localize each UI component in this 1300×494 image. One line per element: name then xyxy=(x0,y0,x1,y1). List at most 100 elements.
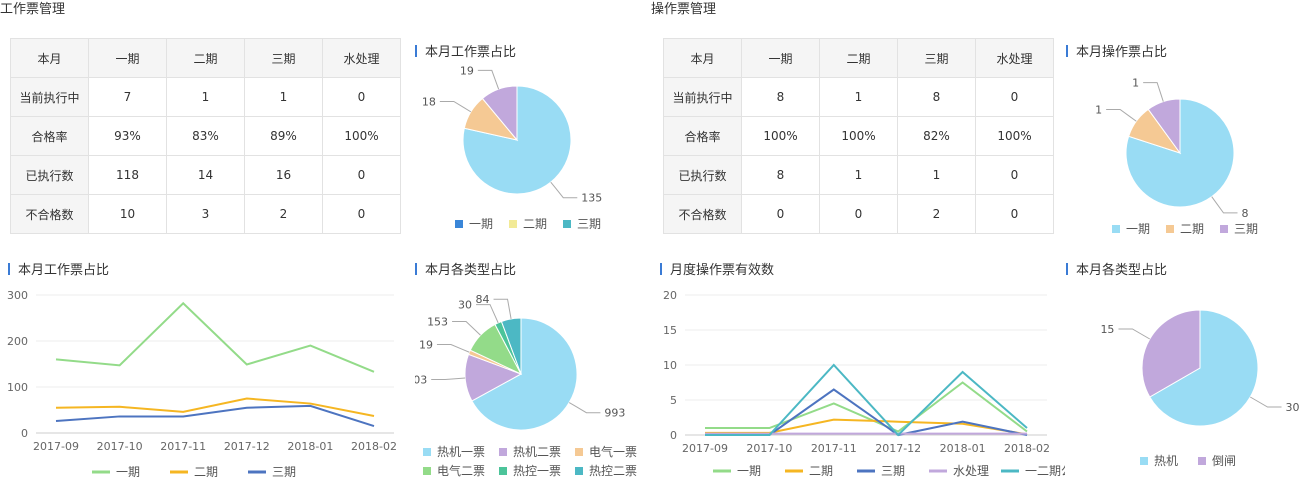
table-cell: 0 xyxy=(741,194,820,234)
legend-swatch xyxy=(509,220,517,228)
left-section-title: 工作票管理 xyxy=(0,2,66,17)
table-row: 当前执行中 8 1 8 0 xyxy=(663,77,1054,117)
pie-data-label: 18 xyxy=(422,95,436,108)
table-row-label: 当前执行中 xyxy=(10,77,89,117)
legend-label: 三期 xyxy=(881,464,905,478)
series-line xyxy=(55,301,375,373)
legend-label: 二期 xyxy=(1180,222,1204,236)
table-cell: 8 xyxy=(741,155,820,195)
right-section-title: 操作票管理 xyxy=(651,2,717,17)
pie3-title: 本月各类型占比 xyxy=(425,263,517,278)
y-tick-label: 10 xyxy=(663,359,677,372)
legend-swatch xyxy=(575,467,583,475)
pie-label-line xyxy=(452,320,481,336)
legend-label: 倒闸 xyxy=(1212,454,1236,468)
table-cell: 14 xyxy=(166,155,245,195)
table-cell: 1 xyxy=(897,155,976,195)
pie-label-line xyxy=(477,69,500,90)
table-cell: 0 xyxy=(322,155,401,195)
pie-data-label: 30 xyxy=(1286,401,1300,414)
table-cell: 0 xyxy=(975,155,1054,195)
table-header-cell: 二期 xyxy=(166,38,245,78)
y-tick-label: 15 xyxy=(663,324,677,337)
x-tick-label: 2018-01 xyxy=(287,440,333,453)
table-header-cell: 本月 xyxy=(663,38,742,78)
x-tick-label: 2017-09 xyxy=(682,442,728,455)
table-cell: 100% xyxy=(741,116,820,156)
table-cell: 1 xyxy=(819,77,898,117)
x-tick-label: 2017-09 xyxy=(33,440,79,453)
legend-swatch xyxy=(499,448,507,456)
pie-label-line xyxy=(476,304,499,324)
pie-label-line xyxy=(568,402,601,414)
table-cell: 100% xyxy=(322,116,401,156)
table-cell: 93% xyxy=(88,116,167,156)
legend-swatch xyxy=(1112,225,1120,233)
x-tick-label: 2017-10 xyxy=(97,440,143,453)
table-cell: 82% xyxy=(897,116,976,156)
table-header-cell: 本月 xyxy=(10,38,89,78)
table-cell: 2 xyxy=(897,194,976,234)
line2-title-wrap: 月度操作票有效数 xyxy=(660,259,774,278)
pie-label-line xyxy=(1118,328,1151,340)
pie-data-label: 30 xyxy=(458,299,472,312)
x-tick-label: 2018-02 xyxy=(351,440,397,453)
table-row-label: 不合格数 xyxy=(10,194,89,234)
legend-swatch xyxy=(1198,457,1206,465)
table-cell: 0 xyxy=(322,77,401,117)
pie-data-label: 135 xyxy=(581,192,602,205)
pie-data-label: 8 xyxy=(1241,207,1248,220)
table-header-cell: 水处理 xyxy=(975,38,1054,78)
operation-ticket-pie-chart: 8 1 1 一期 二期 三期 xyxy=(1095,77,1258,236)
y-tick-label: 5 xyxy=(670,394,677,407)
legend-label: 一二期公用 xyxy=(1025,464,1065,478)
table-row: 合格率 93% 83% 89% 100% xyxy=(10,116,401,156)
legend-label: 热控一票 xyxy=(513,464,561,478)
table-cell: 7 xyxy=(88,77,167,117)
legend-swatch xyxy=(1220,225,1228,233)
legend-label: 二期 xyxy=(809,464,833,478)
x-tick-label: 2018-01 xyxy=(940,442,986,455)
y-tick-label: 0 xyxy=(21,427,28,440)
legend-label: 热机 xyxy=(1154,454,1178,468)
table-header-cell: 一期 xyxy=(741,38,820,78)
pie-data-label: 1 xyxy=(1095,104,1102,117)
table-cell: 83% xyxy=(166,116,245,156)
legend-swatch xyxy=(563,220,571,228)
x-tick-label: 2017-12 xyxy=(224,440,270,453)
pie-data-label: 203 xyxy=(415,373,427,386)
table-row-label: 合格率 xyxy=(10,116,89,156)
table-header-cell: 二期 xyxy=(819,38,898,78)
x-tick-label: 2017-11 xyxy=(811,442,857,455)
pie-data-label: 153 xyxy=(427,315,448,328)
table-row-label: 已执行数 xyxy=(663,155,742,195)
pie1-title: 本月工作票占比 xyxy=(425,45,517,60)
table-row-label: 已执行数 xyxy=(10,155,89,195)
legend-label: 电气二票 xyxy=(437,463,485,478)
pie-data-label: 1 xyxy=(1132,77,1139,90)
legend-label: 一期 xyxy=(737,464,761,478)
table-header-cell: 一期 xyxy=(88,38,167,78)
table-row-label: 不合格数 xyxy=(663,194,742,234)
table-cell: 0 xyxy=(975,77,1054,117)
work-ticket-table: 本月 一期 二期 三期 水处理 当前执行中 7 1 1 0 合格率 93% 83% 89% 100% 已执行数… xyxy=(10,38,401,234)
x-tick-label: 2017-12 xyxy=(875,442,921,455)
pie-data-label: 84 xyxy=(476,293,490,306)
legend-label: 三期 xyxy=(272,465,296,479)
table-cell: 10 xyxy=(88,194,167,234)
pie-label-line xyxy=(1106,109,1137,122)
y-tick-label: 20 xyxy=(663,289,677,302)
y-tick-label: 200 xyxy=(7,335,28,348)
pie-label-line xyxy=(436,344,470,353)
legend-label: 一期 xyxy=(116,465,140,479)
legend-label: 电气一票 xyxy=(589,444,637,459)
type-share-pie-chart: 993 203 19 153 30 84 热机一票 热机二票 电气一票电气二票 热控一票 热控二票 xyxy=(415,293,637,478)
table-header-row: 本月 一期 二期 三期 水处理 xyxy=(10,38,401,78)
pie-data-label: 19 xyxy=(419,339,433,352)
legend-label: 三期 xyxy=(1234,222,1258,236)
legend-label: 三期 xyxy=(577,217,601,231)
table-cell: 0 xyxy=(819,194,898,234)
line2-title: 月度操作票有效数 xyxy=(670,263,775,278)
pie-label-line xyxy=(1143,82,1164,102)
pie4-title-wrap: 本月各类型占比 xyxy=(1066,259,1167,278)
